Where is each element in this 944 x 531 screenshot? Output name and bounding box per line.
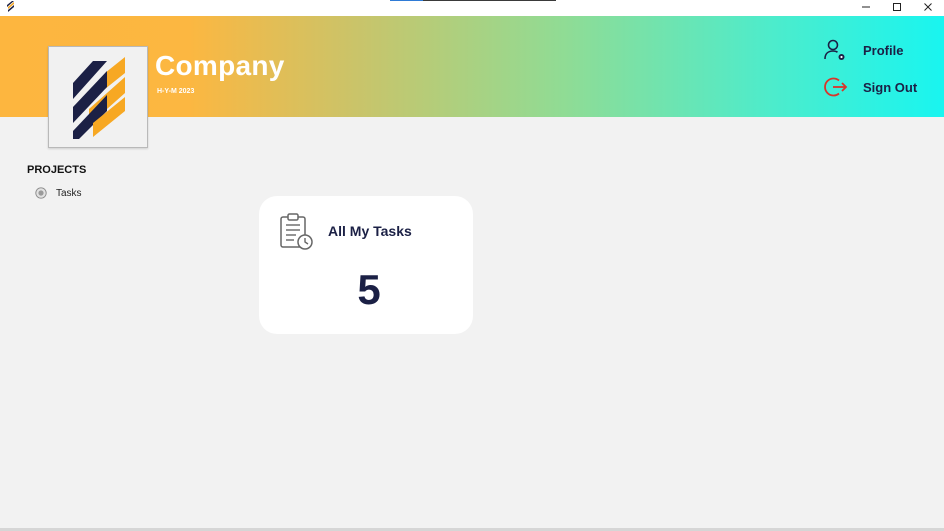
maximize-icon [893,3,901,11]
loading-progress-bar [390,0,556,1]
sidebar-item-tasks[interactable]: Tasks [35,187,82,199]
sign-out-button[interactable]: Sign Out [824,75,917,99]
logout-icon [824,77,848,97]
close-button[interactable] [913,0,943,14]
app-logo-icon [7,1,14,12]
striped-s-logo-icon [73,57,125,139]
title-bar [0,0,944,16]
user-gear-icon [824,39,845,60]
all-my-tasks-card[interactable]: All My Tasks 5 [259,196,473,334]
minimize-button[interactable] [851,0,881,14]
company-subtitle: H-Y-M 2023 [157,88,195,95]
task-count: 5 [357,266,381,313]
company-logo [48,46,148,148]
projects-section-title: PROJECTS [27,164,87,176]
sign-out-label: Sign Out [863,79,918,95]
profile-label: Profile [863,42,904,58]
company-name: Company [155,50,285,81]
clipboard-clock-icon [280,213,313,250]
radio-bullet-icon [35,187,47,199]
profile-button[interactable]: Profile [823,38,903,62]
maximize-button[interactable] [882,0,912,14]
card-title: All My Tasks [328,223,412,239]
sidebar-item-label: Tasks [56,187,82,199]
close-icon [924,3,932,11]
loading-progress-fill [390,0,424,1]
minimize-icon [862,6,870,8]
